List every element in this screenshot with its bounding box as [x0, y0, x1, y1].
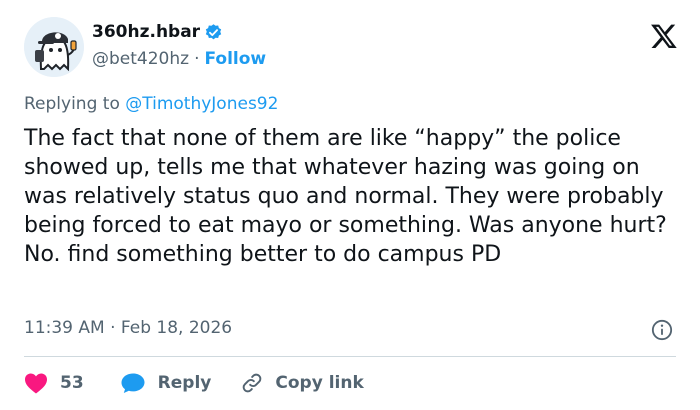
- replying-to-label: Replying to: [24, 94, 126, 114]
- divider: [24, 356, 676, 357]
- copy-link-button[interactable]: Copy link: [241, 372, 364, 394]
- author-block: 360hz.hbar @bet420hz · Follow: [92, 21, 266, 69]
- reply-label: Reply: [157, 373, 212, 393]
- user-handle[interactable]: @bet420hz: [92, 49, 189, 69]
- avatar[interactable]: [24, 17, 84, 77]
- reply-mention-link[interactable]: @TimothyJones92: [125, 94, 278, 114]
- reply-button[interactable]: Reply: [120, 372, 212, 394]
- follow-button[interactable]: Follow: [204, 49, 266, 69]
- heart-icon: [25, 373, 47, 394]
- display-name[interactable]: 360hz.hbar: [92, 22, 200, 42]
- tweet-text: The fact that none of them are like “hap…: [24, 126, 667, 267]
- action-bar: 53 Reply Copy link: [24, 370, 364, 396]
- ghost-avatar-icon: [24, 17, 84, 77]
- info-icon[interactable]: [651, 319, 673, 341]
- x-logo-icon[interactable]: [650, 22, 678, 50]
- like-button[interactable]: 53: [24, 372, 84, 394]
- tweet-card: 360hz.hbar @bet420hz · Follow Replying t…: [0, 0, 700, 410]
- link-icon: [243, 373, 262, 393]
- replying-to: Replying to @TimothyJones92: [24, 94, 278, 114]
- like-count: 53: [60, 373, 84, 393]
- chat-bubble-icon: [121, 373, 145, 393]
- verified-badge-icon: [204, 23, 223, 42]
- tweet-timestamp[interactable]: 11:39 AM · Feb 18, 2026: [24, 318, 232, 338]
- separator-dot: ·: [194, 49, 200, 69]
- copy-link-label: Copy link: [275, 373, 364, 393]
